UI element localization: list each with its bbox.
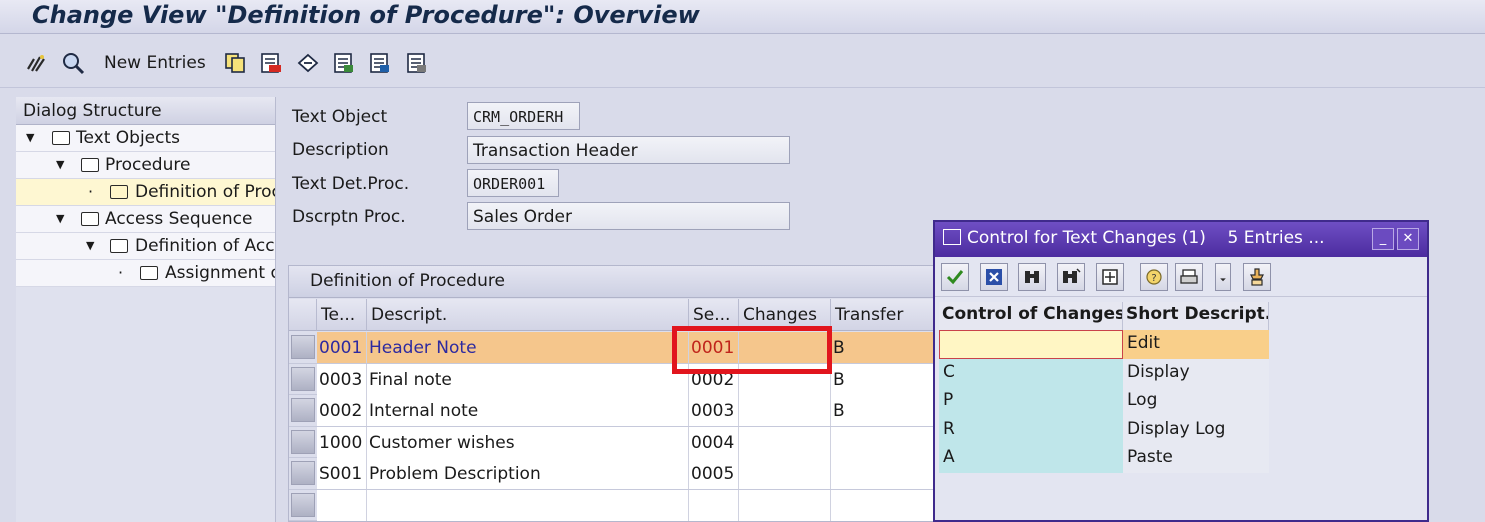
control-key-cell[interactable]: R [939,415,1123,444]
short-description-cell[interactable]: Paste [1123,444,1269,473]
text-det-proc-field[interactable]: ORDER001 [467,169,559,197]
highlight-box [672,326,832,374]
find-icon[interactable] [1018,263,1046,291]
control-key-cell[interactable] [939,330,1123,359]
column-header-transfer[interactable]: Transfer [831,299,947,331]
popup-title: Control for Text Changes (1) [967,228,1206,248]
tree-item-procedure[interactable]: ▼ Procedure [16,152,275,179]
new-entries-button[interactable]: New Entries [104,53,206,73]
text-object-label: Text Object [292,107,388,127]
description-field[interactable]: Transaction Header [467,136,790,164]
tree-item-definition-of-access[interactable]: ▼ Definition of Acce [16,233,275,260]
row-select-button[interactable] [291,398,315,422]
definition-of-procedure-table: Definition of Procedure Te... Descript. … [288,265,948,522]
control-key-cell[interactable]: P [939,387,1123,416]
expanded-arrow-icon[interactable]: ▼ [56,158,64,171]
deselect-all-icon[interactable] [405,51,429,75]
row-select-button[interactable] [291,492,315,517]
information-icon[interactable]: ? [1140,263,1168,291]
table-row[interactable]: 1000 Customer wishes 0004 [289,426,947,458]
row-select-button[interactable] [291,429,315,454]
delete-icon[interactable] [259,51,283,75]
table-row-empty[interactable] [289,489,947,521]
print-icon[interactable] [1175,263,1203,291]
control-key-cell[interactable]: C [939,358,1123,387]
expanded-arrow-icon[interactable]: ▼ [86,239,94,252]
change-display-icon[interactable] [24,51,48,75]
page-title: Change View "Definition of Procedure": O… [32,1,700,29]
find-next-icon[interactable] [1057,263,1085,291]
undo-change-icon[interactable] [296,51,320,75]
dialog-structure-tree: Dialog Structure ▼ Text Objects ▼ Proced… [16,97,276,522]
column-header-control-of-changes[interactable]: Control of Changes [939,302,1123,330]
popup-list-item[interactable]: R Display Log [939,415,1269,444]
table-row[interactable]: 0002 Internal note 0003 B [289,395,947,427]
popup-list-item[interactable]: C Display [939,358,1269,387]
popup-entries-count: 5 Entries ... [1227,228,1325,248]
row-select-button[interactable] [291,461,315,485]
folder-icon [81,158,99,172]
column-header-description[interactable]: Descript. [367,299,689,331]
open-folder-icon [110,185,128,199]
short-description-cell[interactable]: Display Log [1123,415,1269,444]
select-all-icon[interactable] [332,51,356,75]
dscrptn-proc-field[interactable]: Sales Order [467,202,790,230]
control-for-text-changes-popup: Control for Text Changes (1) 5 Entries .… [933,220,1429,522]
expanded-arrow-icon[interactable]: ▼ [26,131,34,144]
table-row[interactable]: 0001 Header Note 0001 B [289,332,947,364]
select-block-icon[interactable] [368,51,392,75]
popup-list-item[interactable]: Edit [939,330,1269,359]
application-toolbar: New Entries [0,40,1485,88]
tree-item-access-sequence[interactable]: ▼ Access Sequence [16,206,275,233]
dscrptn-proc-label: Dscrptn Proc. [292,207,406,227]
tree-item-definition-of-procedure[interactable]: · Definition of Proc [16,179,275,206]
expanded-arrow-icon[interactable]: ▼ [56,212,64,225]
description-label: Description [292,140,389,160]
svg-text:?: ? [1151,273,1156,284]
row-select-button[interactable] [291,335,315,359]
cancel-icon[interactable] [980,263,1008,291]
folder-icon [81,212,99,226]
text-object-field[interactable]: CRM_ORDERH [467,102,580,130]
popup-list-item[interactable]: A Paste [939,444,1269,473]
find-icon[interactable] [61,51,85,75]
minimize-icon[interactable]: _ [1372,228,1394,250]
column-header-text-id[interactable]: Te... [317,299,367,331]
tree-item-text-objects[interactable]: ▼ Text Objects [16,125,275,152]
close-icon[interactable]: ✕ [1397,228,1419,250]
short-description-cell[interactable]: Display [1123,358,1269,387]
folder-icon [52,131,70,145]
table-title: Definition of Procedure [289,266,947,298]
title-bar: Change View "Definition of Procedure": O… [0,0,1485,34]
copy-icon[interactable] [223,51,247,75]
popup-title-bar: Control for Text Changes (1) 5 Entries .… [935,222,1427,257]
folder-icon [140,266,158,280]
leaf-bullet-icon: · [118,263,124,282]
leaf-bullet-icon: · [88,182,94,201]
popup-toolbar: ? [935,257,1427,297]
column-header-short-description[interactable]: Short Descript. [1123,302,1269,330]
control-key-cell[interactable]: A [939,444,1123,473]
settings-icon[interactable] [1096,263,1124,291]
text-det-proc-label: Text Det.Proc. [292,174,410,194]
popup-list-item[interactable]: P Log [939,387,1269,416]
dialog-structure-header: Dialog Structure [16,97,275,125]
short-description-cell[interactable]: Log [1123,387,1269,416]
tree-item-assignment[interactable]: · Assignment o [16,260,275,287]
table-row[interactable]: 0003 Final note 0002 B [289,363,947,395]
dropdown-arrow-icon[interactable] [1215,263,1231,291]
table-row[interactable]: S001 Problem Description 0005 [289,458,947,490]
filter-icon[interactable] [1243,263,1271,291]
row-select-button[interactable] [291,366,315,391]
folder-icon [110,239,128,253]
checkmark-icon[interactable] [941,263,969,291]
select-all-column-header[interactable] [289,299,317,331]
short-description-cell[interactable]: Edit [1123,330,1269,359]
window-icon [943,229,961,245]
